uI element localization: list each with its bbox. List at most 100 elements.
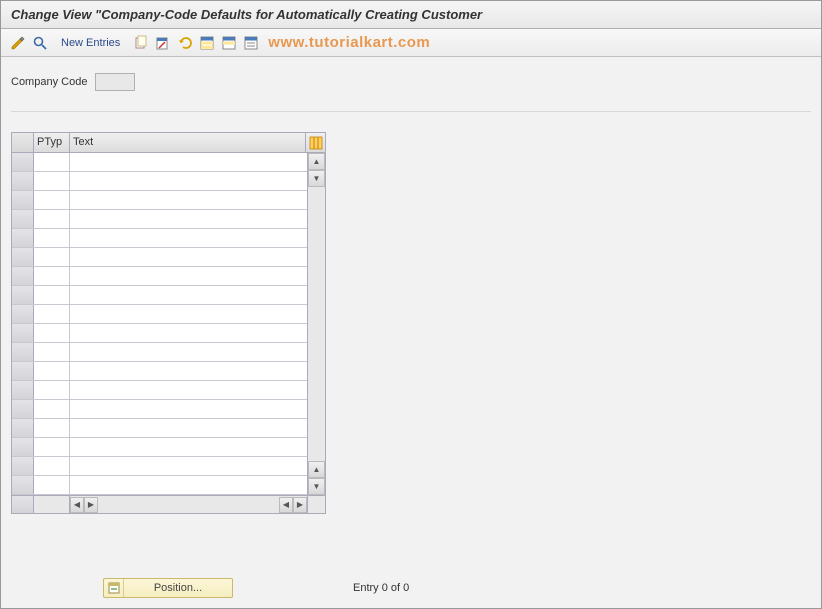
column-ptyp[interactable]: PTyp (34, 133, 70, 152)
cell-ptyp[interactable] (34, 400, 70, 418)
row-selector[interactable] (12, 343, 34, 361)
cell-ptyp[interactable] (34, 248, 70, 266)
table-row[interactable] (12, 286, 307, 305)
cell-ptyp[interactable] (34, 153, 70, 171)
column-text[interactable]: Text (70, 133, 305, 152)
table-container: PTyp Text ▲ ▼ ▲ ▼ ◀ (11, 132, 326, 514)
cell-ptyp[interactable] (34, 305, 70, 323)
cell-ptyp[interactable] (34, 229, 70, 247)
deselect-all-icon[interactable] (242, 34, 260, 52)
row-selector[interactable] (12, 381, 34, 399)
cell-text[interactable] (70, 248, 307, 266)
cell-ptyp[interactable] (34, 457, 70, 475)
cell-text[interactable] (70, 286, 307, 304)
delete-icon[interactable] (154, 34, 172, 52)
row-selector[interactable] (12, 362, 34, 380)
row-selector[interactable] (12, 172, 34, 190)
cell-ptyp[interactable] (34, 438, 70, 456)
row-selector[interactable] (12, 229, 34, 247)
table-row[interactable] (12, 438, 307, 457)
cell-ptyp[interactable] (34, 172, 70, 190)
cell-text[interactable] (70, 210, 307, 228)
new-entries-button[interactable]: New Entries (55, 35, 126, 51)
cell-text[interactable] (70, 362, 307, 380)
cell-text[interactable] (70, 191, 307, 209)
cell-text[interactable] (70, 381, 307, 399)
select-all-icon[interactable] (198, 34, 216, 52)
undo-change-icon[interactable] (176, 34, 194, 52)
cell-text[interactable] (70, 305, 307, 323)
row-selector[interactable] (12, 305, 34, 323)
cell-ptyp[interactable] (34, 324, 70, 342)
table-row[interactable] (12, 476, 307, 495)
row-selector[interactable] (12, 153, 34, 171)
toggle-display-change-icon[interactable] (9, 34, 27, 52)
table-row[interactable] (12, 343, 307, 362)
cell-ptyp[interactable] (34, 419, 70, 437)
row-selector[interactable] (12, 248, 34, 266)
table-row[interactable] (12, 324, 307, 343)
position-icon (104, 579, 124, 597)
cell-ptyp[interactable] (34, 476, 70, 494)
cell-ptyp[interactable] (34, 191, 70, 209)
scroll-right-icon[interactable]: ▶ (293, 497, 307, 513)
cell-text[interactable] (70, 172, 307, 190)
cell-ptyp[interactable] (34, 286, 70, 304)
row-selector[interactable] (12, 191, 34, 209)
cell-ptyp[interactable] (34, 210, 70, 228)
table-row[interactable] (12, 267, 307, 286)
cell-text[interactable] (70, 438, 307, 456)
row-selector[interactable] (12, 267, 34, 285)
cell-text[interactable] (70, 400, 307, 418)
cell-text[interactable] (70, 419, 307, 437)
row-selector[interactable] (12, 419, 34, 437)
row-selector[interactable] (12, 400, 34, 418)
table-row[interactable] (12, 305, 307, 324)
scroll-left-icon[interactable]: ◀ (70, 497, 84, 513)
scroll-down-step-icon[interactable]: ▼ (308, 170, 325, 187)
row-selector[interactable] (12, 438, 34, 456)
column-selector[interactable] (12, 133, 34, 152)
table-row[interactable] (12, 457, 307, 476)
cell-text[interactable] (70, 229, 307, 247)
scroll-left-step-icon[interactable]: ◀ (279, 497, 293, 513)
cell-text[interactable] (70, 457, 307, 475)
scroll-down-icon[interactable]: ▼ (308, 478, 325, 495)
select-block-icon[interactable] (220, 34, 238, 52)
table-row[interactable] (12, 381, 307, 400)
table-row[interactable] (12, 172, 307, 191)
scroll-up-icon[interactable]: ▲ (308, 153, 325, 170)
cell-text[interactable] (70, 343, 307, 361)
cell-text[interactable] (70, 324, 307, 342)
position-button[interactable]: Position... (103, 578, 233, 598)
table-row[interactable] (12, 248, 307, 267)
find-icon[interactable] (31, 34, 49, 52)
copy-as-icon[interactable] (132, 34, 150, 52)
cell-text[interactable] (70, 267, 307, 285)
table-row[interactable] (12, 153, 307, 172)
table-row[interactable] (12, 400, 307, 419)
table-settings-icon[interactable] (305, 133, 325, 152)
table-row[interactable] (12, 229, 307, 248)
row-selector[interactable] (12, 476, 34, 494)
row-selector[interactable] (12, 210, 34, 228)
cell-text[interactable] (70, 476, 307, 494)
cell-text[interactable] (70, 153, 307, 171)
horizontal-scrollbar[interactable]: ◀ ▶ ◀ ▶ (70, 496, 307, 513)
row-selector[interactable] (12, 324, 34, 342)
content-area: Company Code PTyp Text ▲ ▼ ▲ ▼ (1, 57, 821, 524)
cell-ptyp[interactable] (34, 267, 70, 285)
cell-ptyp[interactable] (34, 381, 70, 399)
table-row[interactable] (12, 210, 307, 229)
cell-ptyp[interactable] (34, 362, 70, 380)
cell-ptyp[interactable] (34, 343, 70, 361)
table-row[interactable] (12, 419, 307, 438)
row-selector[interactable] (12, 286, 34, 304)
vertical-scrollbar[interactable]: ▲ ▼ ▲ ▼ (307, 153, 325, 495)
table-row[interactable] (12, 362, 307, 381)
company-code-input[interactable] (95, 73, 135, 91)
scroll-right-step-icon[interactable]: ▶ (84, 497, 98, 513)
scroll-up-step-icon[interactable]: ▲ (308, 461, 325, 478)
row-selector[interactable] (12, 457, 34, 475)
table-row[interactable] (12, 191, 307, 210)
